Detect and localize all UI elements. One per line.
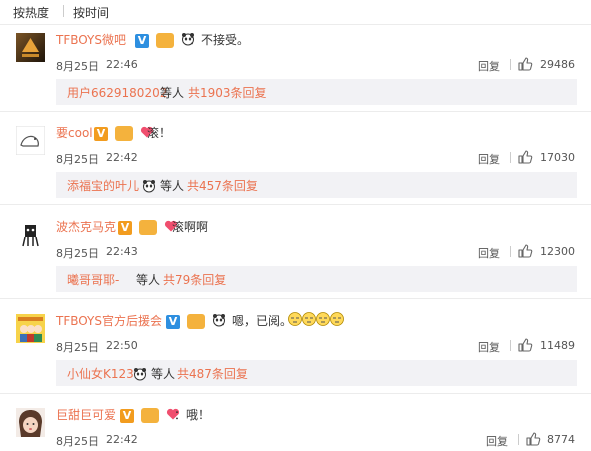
comment-date: 8月25日 [56, 247, 99, 260]
comment-date: 8月25日 [56, 60, 99, 73]
comment-username[interactable]: TFBOYS官方后援会 [56, 312, 162, 329]
thumbs-up-icon[interactable] [517, 337, 533, 353]
like-count: 12300 [540, 245, 575, 258]
comment-text: ：嗯，已阅。 [220, 314, 293, 328]
avatar[interactable] [16, 220, 45, 249]
comment-date: 8月25日 [56, 435, 99, 448]
divider [0, 393, 591, 394]
like-count: 29486 [540, 58, 575, 71]
action-separator [518, 434, 519, 445]
reply-button[interactable]: 回复 [478, 245, 500, 261]
action-separator [510, 246, 511, 257]
divider [0, 204, 591, 205]
sub-reply-count-link[interactable]: 共1903条回复 [188, 84, 267, 101]
sub-reply-count-link[interactable]: 共487条回复 [177, 365, 248, 382]
sub-reply-more: 等人 [151, 367, 176, 381]
comment-username[interactable]: 波杰克马克 [56, 218, 116, 235]
action-separator [510, 152, 511, 163]
comment-date: 8月25日 [56, 341, 99, 354]
thumbs-up-icon[interactable] [517, 56, 533, 72]
sort-by-time-tab[interactable]: 按时间 [73, 4, 109, 21]
speechless-emoji-icon [288, 312, 344, 326]
comment-date: 8月25日 [56, 153, 99, 166]
sub-reply-user[interactable]: 添福宝的叶儿 [67, 177, 139, 194]
panda-icon [142, 178, 156, 197]
like-count: 11489 [540, 339, 575, 352]
reply-button[interactable]: 回复 [486, 433, 508, 449]
verified-v-icon: V [94, 126, 108, 141]
avatar[interactable] [16, 314, 45, 343]
sub-reply-user[interactable]: 小仙女K123 [67, 365, 134, 382]
sub-reply-count-link[interactable]: 共79条回复 [163, 271, 226, 288]
sub-replies-box[interactable]: 添福宝的叶儿 等人 共457条回复 [56, 172, 577, 198]
sort-bar: 按热度 按时间 [0, 0, 591, 24]
user-badges: V [118, 217, 180, 235]
comment-time: 22:42 [106, 433, 138, 446]
comment-text: 滚！ [147, 126, 172, 140]
sub-replies-box[interactable]: 曦哥哥耶- 等人 共79条回复 [56, 266, 577, 292]
comment-username[interactable]: 巨甜巨可爱 [56, 406, 116, 423]
comment-time: 22:43 [106, 245, 138, 258]
comment-time: 22:50 [106, 339, 138, 352]
sub-reply-more: 等人 [160, 179, 185, 193]
sub-reply-more: 等人 [160, 86, 185, 100]
member-crown-icon [187, 314, 206, 329]
reply-button[interactable]: 回复 [478, 58, 500, 74]
comment-text: ：不接受。 [189, 33, 250, 47]
verified-v-icon: V [118, 220, 132, 235]
comment-time: 22:42 [106, 151, 138, 164]
comment-text: ：哦！ [174, 408, 211, 422]
member-crown-icon [115, 126, 134, 141]
verified-v-icon: V [135, 33, 149, 48]
comment-username[interactable]: TFBOYS微吧 [56, 31, 126, 48]
member-crown-icon [139, 220, 158, 235]
comment-username[interactable]: 要cool [56, 124, 93, 141]
verified-v-icon: V [166, 314, 180, 329]
like-count: 17030 [540, 151, 575, 164]
sort-by-hot-tab[interactable]: 按热度 [13, 4, 49, 21]
sort-separator [63, 5, 64, 17]
action-separator [510, 340, 511, 351]
comment-text: 滚啊啊 [172, 220, 209, 234]
sub-reply-user[interactable]: 曦哥哥耶- [67, 271, 119, 288]
sub-reply-more: 等人 [136, 273, 161, 287]
comment-time: 22:46 [106, 58, 138, 71]
member-crown-icon [156, 33, 175, 48]
sub-reply-user[interactable]: 用户6629180202 [67, 84, 167, 101]
divider [0, 24, 591, 25]
user-badges: V [166, 311, 228, 329]
emoji-group [287, 311, 345, 331]
divider [0, 298, 591, 299]
like-count: 8774 [547, 433, 575, 446]
avatar[interactable] [16, 126, 45, 155]
verified-v-icon: V [120, 408, 134, 423]
member-crown-icon [141, 408, 160, 423]
sub-reply-count-link[interactable]: 共457条回复 [187, 177, 258, 194]
user-badges: V [135, 30, 197, 48]
reply-button[interactable]: 回复 [478, 339, 500, 355]
user-badges: V [120, 405, 182, 423]
sub-replies-box[interactable]: 用户6629180202 等人 共1903条回复 [56, 79, 577, 105]
action-separator [510, 59, 511, 70]
divider [0, 111, 591, 112]
reply-button[interactable]: 回复 [478, 151, 500, 167]
thumbs-up-icon[interactable] [517, 243, 533, 259]
avatar[interactable] [16, 33, 45, 62]
avatar[interactable] [16, 408, 45, 437]
sub-replies-box[interactable]: 小仙女K123 等人 共487条回复 [56, 360, 577, 386]
thumbs-up-icon[interactable] [517, 149, 533, 165]
panda-icon [133, 366, 147, 385]
